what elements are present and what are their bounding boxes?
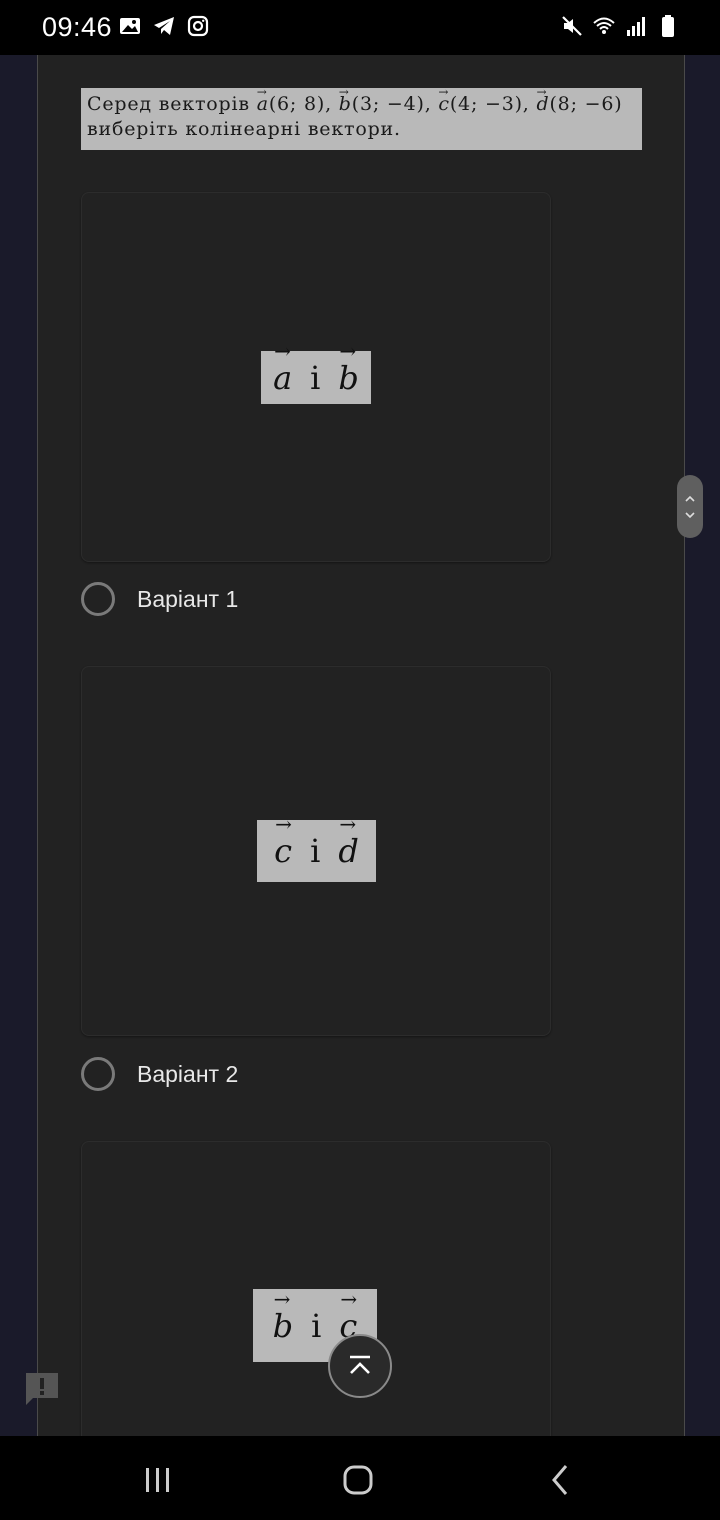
option-2-radio[interactable] [81,1057,115,1091]
option-1-label[interactable]: Варіант 1 [137,586,238,613]
telegram-icon [152,14,176,38]
instagram-icon [186,14,210,38]
status-bar: 09:46 [0,0,720,55]
feedback-icon [26,1373,58,1405]
recent-apps-icon [146,1468,169,1492]
home-icon [343,1465,373,1495]
option-2-formula: c і d [257,812,376,882]
question-prefix: Серед векторів [87,93,250,115]
back-icon [552,1465,568,1495]
recent-apps-button[interactable] [138,1460,178,1500]
scroll-handle[interactable] [677,475,703,538]
mute-icon [560,14,584,38]
home-button[interactable] [338,1460,378,1500]
option-1-formula: a і b [261,339,371,404]
option-2-label[interactable]: Варіант 2 [137,1061,238,1088]
vector-a: a(6; 8), [257,93,332,115]
status-time: 09:46 [42,12,113,42]
signal-icon [624,14,648,38]
vector-c: c(4; −3), [438,93,529,115]
question-line-2: виберіть колінеарні вектори. [87,118,401,140]
chevron-down-icon [685,511,695,518]
question-panel: Серед векторів a(6; 8), b(3; −4), c(4; −… [37,55,685,1436]
image-icon [118,14,142,38]
scroll-to-top-button[interactable] [328,1334,392,1398]
vector-b: b(3; −4), [339,93,432,115]
question-line-1: Серед векторів a(6; 8), b(3; −4), c(4; −… [87,92,636,117]
form-screen: Серед векторів a(6; 8), b(3; −4), c(4; −… [0,55,720,1436]
option-3-image-card[interactable]: b і c [81,1141,551,1436]
back-button[interactable] [540,1460,580,1500]
option-2-row[interactable]: Варіант 2 [81,1057,238,1091]
option-1-image-card[interactable]: a і b [81,192,551,562]
battery-icon [656,14,680,38]
scroll-to-top-icon [350,1355,370,1374]
wifi-icon [592,14,616,38]
question-text: Серед векторів a(6; 8), b(3; −4), c(4; −… [81,88,642,150]
option-1-radio[interactable] [81,582,115,616]
chevron-up-icon [685,495,695,502]
navigation-bar [0,1436,720,1520]
feedback-button[interactable] [24,1371,60,1407]
option-1-row[interactable]: Варіант 1 [81,582,238,616]
vector-d: d(8; −6) [537,93,623,115]
option-2-image-card[interactable]: c і d [81,666,551,1036]
